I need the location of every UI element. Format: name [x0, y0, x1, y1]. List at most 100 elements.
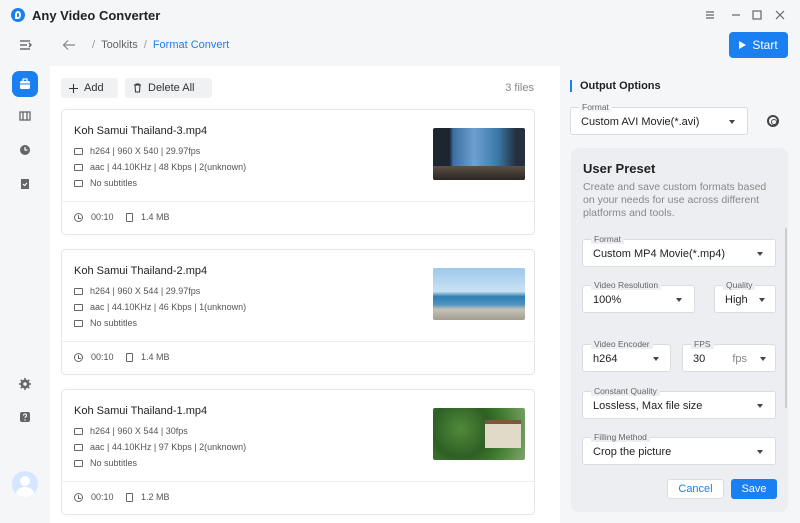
trash-icon	[133, 83, 142, 93]
clock-icon	[74, 212, 83, 222]
file-size: 1.2 MB	[126, 492, 170, 502]
minimize-icon[interactable]	[727, 6, 745, 24]
video-thumbnail[interactable]	[433, 268, 525, 320]
chevron-down-icon	[676, 298, 682, 302]
fps-unit: fps	[732, 353, 747, 365]
video-icon	[74, 147, 83, 155]
quality-label: Quality	[723, 280, 756, 290]
audio-icon	[74, 443, 83, 451]
preset-format-select[interactable]: Format Custom MP4 Movie(*.mp4)	[582, 234, 776, 267]
output-options-heading: Output Options	[570, 80, 661, 92]
duration-text: 00:10	[91, 212, 114, 222]
breadcrumb: / Toolkits / Format Convert	[62, 39, 229, 51]
duration-text: 00:10	[91, 492, 114, 502]
duration: 00:10	[74, 352, 114, 362]
audio-info: aac | 44.10KHz | 97 Kbps | 2(unknown)	[74, 442, 246, 452]
avatar[interactable]	[12, 471, 38, 497]
chevron-down-icon	[757, 450, 763, 454]
breadcrumb-separator: /	[143, 39, 147, 51]
file-card[interactable]: Koh Samui Thailand-3.mp4 h264 | 960 X 54…	[61, 109, 535, 235]
library-icon[interactable]	[12, 103, 38, 129]
help-icon[interactable]	[12, 404, 38, 430]
settings-icon[interactable]	[12, 371, 38, 397]
plus-icon	[69, 83, 78, 93]
chevron-down-icon	[729, 120, 735, 124]
quality-value: High	[725, 294, 748, 306]
constant-quality-select[interactable]: Constant Quality Lossless, Max file size	[582, 386, 776, 419]
video-resolution-select[interactable]: Video Resolution 100%	[582, 280, 695, 313]
video-info-text: h264 | 960 X 544 | 30fps	[90, 426, 188, 436]
start-button[interactable]: Start	[729, 32, 788, 58]
preset-scrollbar[interactable]	[785, 228, 787, 408]
output-options-title: Output Options	[580, 80, 661, 92]
app-title: Any Video Converter	[32, 8, 161, 23]
divider	[62, 341, 534, 342]
app-logo-icon	[11, 8, 25, 22]
play-icon	[739, 41, 747, 49]
video-encoder-select[interactable]: Video Encoder h264	[582, 339, 671, 372]
user-preset-card: User Preset Create and save custom forma…	[571, 148, 788, 512]
maximize-icon[interactable]	[748, 6, 766, 24]
video-encoder-label: Video Encoder	[591, 339, 653, 349]
delete-all-label: Delete All	[148, 82, 195, 94]
format-settings-icon[interactable]	[767, 115, 779, 127]
duration: 00:10	[74, 212, 114, 222]
audio-info-text: aac | 44.10KHz | 97 Kbps | 2(unknown)	[90, 442, 247, 452]
file-size-text: 1.4 MB	[141, 212, 170, 222]
cancel-button[interactable]: Cancel	[667, 479, 724, 499]
preset-format-value: Custom MP4 Movie(*.mp4)	[593, 248, 726, 260]
toolkit-icon[interactable]	[12, 71, 38, 97]
back-arrow-icon[interactable]	[62, 39, 76, 51]
file-card[interactable]: Koh Samui Thailand-2.mp4 h264 | 960 X 54…	[61, 249, 535, 375]
video-icon	[74, 427, 83, 435]
subtitle-info-text: No subtitles	[90, 458, 138, 468]
audio-icon	[74, 163, 83, 171]
audio-info-text: aac | 44.10KHz | 48 Kbps | 2(unknown)	[90, 162, 247, 172]
output-format-select[interactable]: Format Custom AVI Movie(*.avi)	[570, 102, 748, 135]
video-info: h264 | 960 X 544 | 30fps	[74, 426, 188, 436]
left-rail	[0, 30, 50, 523]
video-resolution-label: Video Resolution	[591, 280, 662, 290]
video-thumbnail[interactable]	[433, 128, 525, 180]
file-icon	[126, 352, 133, 362]
user-preset-title: User Preset	[583, 161, 656, 176]
chevron-down-icon	[757, 252, 763, 256]
video-encoder-value: h264	[593, 353, 618, 365]
output-format-label: Format	[579, 102, 612, 112]
tasks-icon[interactable]	[12, 171, 38, 197]
video-info-text: h264 | 960 X 544 | 29.97fps	[90, 286, 201, 296]
chevron-down-icon	[757, 404, 763, 408]
heading-accent-bar	[570, 80, 572, 92]
duration: 00:10	[74, 492, 114, 502]
history-icon[interactable]	[12, 137, 38, 163]
quality-select[interactable]: Quality High	[714, 280, 776, 313]
output-format-value: Custom AVI Movie(*.avi)	[581, 116, 700, 128]
subtitle-icon	[74, 459, 83, 467]
close-icon[interactable]	[771, 6, 789, 24]
collapse-menu-icon[interactable]	[12, 32, 38, 58]
file-list-panel: Add Delete All 3 files Koh Samui Thailan…	[50, 66, 560, 523]
breadcrumb-toolkits[interactable]: Toolkits	[101, 39, 138, 51]
file-size-text: 1.4 MB	[141, 352, 170, 362]
breadcrumb-current: Format Convert	[152, 39, 230, 51]
file-size: 1.4 MB	[126, 212, 170, 222]
save-button[interactable]: Save	[731, 479, 777, 499]
video-info: h264 | 960 X 544 | 29.97fps	[74, 286, 200, 296]
filling-method-value: Crop the picture	[593, 446, 672, 458]
fps-select[interactable]: FPS 30 fps	[682, 339, 776, 372]
audio-icon	[74, 303, 83, 311]
subtitle-info: No subtitles	[74, 318, 137, 328]
chevron-down-icon	[760, 357, 766, 361]
clock-icon	[74, 352, 83, 362]
filling-method-select[interactable]: Filling Method Crop the picture	[582, 432, 776, 465]
audio-info-text: aac | 44.10KHz | 46 Kbps | 1(unknown)	[90, 302, 247, 312]
add-button[interactable]: Add	[61, 78, 118, 98]
file-size-text: 1.2 MB	[141, 492, 170, 502]
preset-format-label: Format	[591, 234, 624, 244]
file-count: 3 files	[505, 82, 534, 94]
duration-text: 00:10	[91, 352, 114, 362]
video-thumbnail[interactable]	[433, 408, 525, 460]
menu-icon[interactable]	[701, 6, 719, 24]
file-card[interactable]: Koh Samui Thailand-1.mp4 h264 | 960 X 54…	[61, 389, 535, 515]
delete-all-button[interactable]: Delete All	[125, 78, 212, 98]
